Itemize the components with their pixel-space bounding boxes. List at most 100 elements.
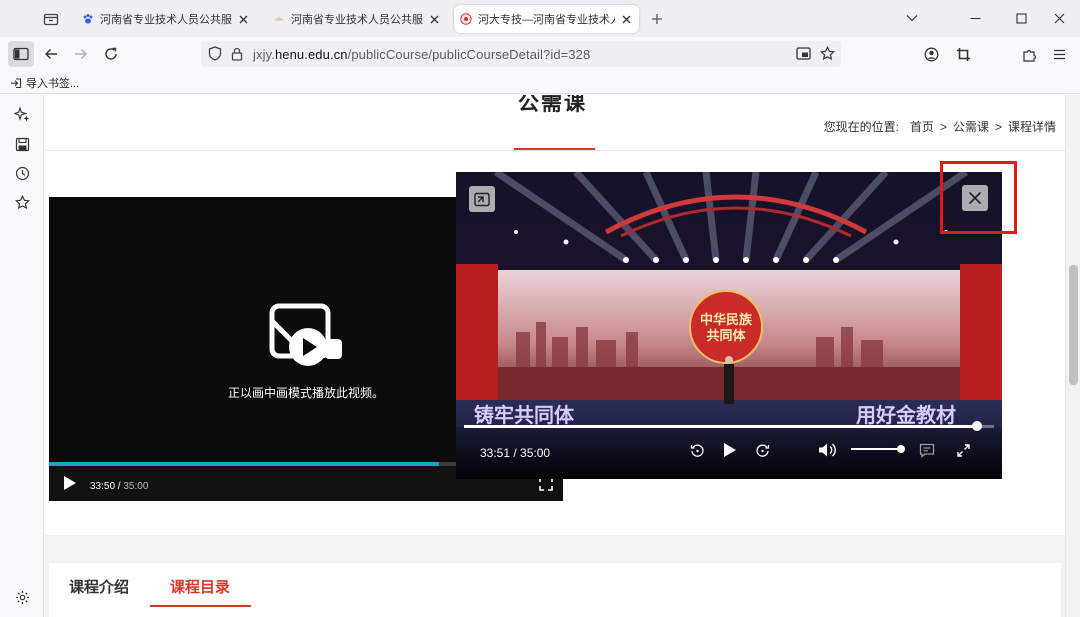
pip-window[interactable]: 中华民族 共同体 铸牢共同体 用好金教材 33:51 / 35:00 — [456, 172, 1002, 479]
active-tab-underline — [150, 605, 251, 607]
browser-sidebar — [0, 95, 44, 617]
maximize-button[interactable] — [1008, 6, 1034, 30]
tab-course-catalog[interactable]: 课程目录 — [170, 576, 230, 597]
browser-tab-2[interactable]: 河南省专业技术人员公共服务平台 — [267, 5, 447, 33]
tab-close-icon[interactable] — [619, 12, 633, 26]
pip-fullscreen-button[interactable] — [954, 441, 972, 459]
video-center-text: 中华民族 — [700, 312, 753, 328]
forward-button[interactable] — [68, 41, 94, 67]
tab-title: 河南省专业技术人员公共服务平台 — [291, 14, 423, 26]
breadcrumb-home-link[interactable]: 首页 — [910, 118, 934, 135]
pip-mute-button[interactable] — [817, 440, 837, 460]
pip-replay-10-button[interactable] — [688, 441, 706, 459]
svg-text:共同体: 共同体 — [706, 328, 746, 344]
course-tabs: 课程介绍 课程目录 — [49, 563, 1061, 617]
captions-icon — [919, 443, 935, 458]
tab-close-icon[interactable] — [427, 12, 441, 26]
lock-icon[interactable] — [231, 47, 243, 66]
pip-controls: 33:51 / 35:00 — [456, 421, 1002, 479]
chevron-down-icon — [906, 15, 918, 22]
extensions-button[interactable] — [1016, 41, 1042, 67]
picture-in-picture-icon — [269, 303, 345, 372]
tab-title: 河南省专业技术人员公共服务平台 — [100, 14, 232, 26]
shield-icon[interactable] — [208, 46, 222, 66]
account-icon — [924, 47, 938, 61]
breadcrumb: 您现在的位置: 首页 > 公需课 > 课程详情 — [821, 118, 1059, 135]
arrow-right-icon — [75, 49, 87, 59]
tab-close-icon[interactable] — [236, 12, 250, 26]
picture-in-picture-icon[interactable] — [796, 46, 811, 66]
pip-captions-button[interactable] — [918, 441, 936, 459]
browser-tab-1[interactable]: 河南省专业技术人员公共服务平台 — [76, 5, 256, 33]
plus-icon — [652, 14, 662, 24]
close-button-highlight — [940, 161, 1017, 234]
import-bookmarks-item[interactable]: 导入书签... — [10, 75, 79, 91]
browser-tab-3[interactable]: 河大专技—河南省专业技术人员 — [454, 5, 639, 33]
address-bar[interactable]: jxjy.henu.edu.cn/publicCourse/publicCour… — [201, 41, 841, 67]
settings-gear-icon[interactable] — [13, 588, 31, 606]
puzzle-icon — [1022, 49, 1036, 62]
pip-progress-bar[interactable] — [464, 421, 994, 431]
history-icon[interactable] — [13, 164, 31, 182]
menu-button[interactable] — [1046, 41, 1072, 67]
list-all-tabs-button[interactable] — [899, 6, 925, 30]
reload-icon — [105, 47, 117, 60]
scrollbar-thumb[interactable] — [1069, 265, 1078, 385]
restore-tab-icon — [474, 192, 490, 206]
back-button[interactable] — [38, 41, 64, 67]
breadcrumb-separator: > — [994, 119, 1002, 134]
bookmark-star-icon[interactable] — [13, 193, 31, 211]
current-time: 33:50 — [90, 481, 116, 492]
play-icon — [724, 443, 736, 457]
close-icon — [1054, 13, 1064, 23]
maximize-icon — [1015, 12, 1027, 24]
duration: 35:00 — [123, 481, 149, 492]
minimize-icon — [970, 17, 980, 19]
page-scrollbar[interactable] — [1065, 95, 1080, 617]
account-button[interactable] — [918, 41, 944, 67]
reload-button[interactable] — [98, 41, 124, 67]
ai-sparkle-icon[interactable] — [13, 105, 31, 123]
sidebar-toggle-button[interactable] — [8, 41, 34, 67]
page-save-icon[interactable] — [13, 135, 31, 153]
window-close-button[interactable] — [1046, 6, 1072, 30]
breadcrumb-current: 课程详情 — [1007, 120, 1056, 134]
new-tab-button[interactable] — [647, 9, 667, 29]
paw-icon — [82, 13, 94, 25]
ticket-icon — [273, 13, 285, 25]
video-banner-right: 用好金教材 — [856, 403, 956, 427]
video-banner-left: 铸牢共同体 — [474, 403, 575, 427]
minimize-button[interactable] — [962, 6, 988, 30]
forward-10-icon — [755, 444, 769, 457]
bookmarks-toolbar: 导入书签... — [0, 71, 1080, 94]
section-title: 公需课 — [518, 95, 587, 115]
pip-volume-handle[interactable] — [897, 445, 905, 453]
breadcrumb-separator: > — [939, 119, 947, 134]
breadcrumb-prefix: 您现在的位置: — [823, 120, 899, 134]
fullscreen-icon — [539, 477, 553, 491]
screenshot-button[interactable] — [950, 41, 976, 67]
tab-overview-button[interactable] — [40, 8, 62, 30]
volume-icon — [819, 443, 836, 457]
fullscreen-icon — [956, 443, 970, 457]
hamburger-icon — [1053, 49, 1065, 59]
pip-forward-10-button[interactable] — [753, 441, 771, 459]
arrow-left-icon — [45, 49, 57, 59]
pip-back-to-tab-button[interactable] — [469, 186, 495, 212]
import-bookmarks-label: 导入书签... — [26, 78, 80, 90]
bookmark-star-icon[interactable] — [819, 45, 836, 66]
play-button[interactable] — [63, 475, 77, 496]
url-text: jxjy.henu.edu.cn/publicCourse/publicCour… — [253, 47, 591, 62]
breadcrumb-public-course-link[interactable]: 公需课 — [953, 118, 989, 135]
pip-play-button[interactable] — [720, 440, 740, 460]
import-icon — [11, 78, 22, 89]
pip-progress-fill — [464, 425, 977, 428]
tab-course-intro[interactable]: 课程介绍 — [69, 576, 129, 597]
video-time: 33:50 / 35:00 — [90, 481, 149, 492]
browser-tab-bar: 河南省专业技术人员公共服务平台 河南省专业技术人员公共服务平台 河大专技—河南省… — [0, 0, 1080, 37]
pip-volume-slider[interactable] — [851, 448, 903, 450]
pip-progress-handle[interactable] — [971, 421, 982, 431]
fullscreen-button[interactable] — [539, 477, 553, 496]
crop-icon — [956, 47, 970, 61]
play-icon — [64, 476, 76, 490]
